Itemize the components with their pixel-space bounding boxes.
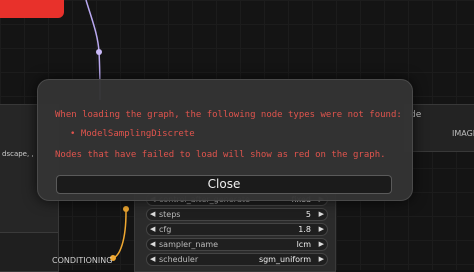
increment-arrow-icon[interactable]: ▶ xyxy=(319,209,324,220)
decrement-arrow-icon[interactable]: ◀ xyxy=(150,239,155,250)
bullet-icon: • xyxy=(70,129,76,139)
dialog-message: When loading the graph, the following no… xyxy=(55,110,402,120)
missing-node-name: ModelSamplingDiscrete xyxy=(80,129,195,139)
widget-value: 5 xyxy=(305,210,311,219)
conditioning-output-label: CONDITIONING xyxy=(52,256,113,265)
widget-value: lcm xyxy=(296,240,311,249)
decrement-arrow-icon[interactable]: ◀ xyxy=(150,254,155,265)
missing-node-item: • ModelSamplingDiscrete xyxy=(70,129,195,139)
widget-scheduler[interactable]: ◀ scheduler sgm_uniform ▶ xyxy=(146,253,328,266)
left-node-inner xyxy=(0,232,58,271)
widget-value: 1.8 xyxy=(298,225,311,234)
increment-arrow-icon[interactable]: ▶ xyxy=(319,224,324,235)
close-button[interactable]: Close xyxy=(56,175,392,194)
widget-steps[interactable]: ◀ steps 5 ▶ xyxy=(146,208,328,221)
increment-arrow-icon[interactable]: ▶ xyxy=(319,239,324,250)
increment-arrow-icon[interactable]: ▶ xyxy=(319,254,324,265)
widget-label: scheduler xyxy=(159,255,199,264)
image-output-label: IMAGE xyxy=(452,129,474,138)
wire-orange xyxy=(112,211,127,259)
widget-label: sampler_name xyxy=(159,240,219,249)
widget-value: sgm_uniform xyxy=(258,255,311,264)
input-dot[interactable] xyxy=(123,206,129,212)
decrement-arrow-icon[interactable]: ◀ xyxy=(150,224,155,235)
decrement-arrow-icon[interactable]: ◀ xyxy=(150,209,155,220)
widget-sampler-name[interactable]: ◀ sampler_name lcm ▶ xyxy=(146,238,328,251)
dialog-footer-text: Nodes that have failed to load will show… xyxy=(55,150,386,160)
widget-label: cfg xyxy=(159,225,172,234)
widget-cfg[interactable]: ◀ cfg 1.8 ▶ xyxy=(146,223,328,236)
wire-node-dot[interactable] xyxy=(96,49,102,55)
widget-label: steps xyxy=(159,210,181,219)
left-node-prompt-text: dscape, , xyxy=(2,150,34,158)
